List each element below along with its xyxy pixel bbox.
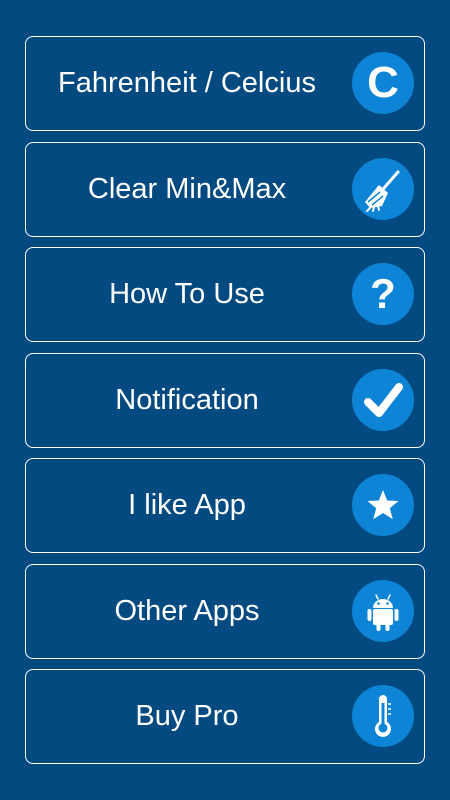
star-icon xyxy=(352,474,414,536)
svg-text:C: C xyxy=(367,58,399,107)
buy-pro-button[interactable]: Buy Pro xyxy=(25,669,425,764)
how-to-use-label: How To Use xyxy=(109,278,265,310)
how-to-use-button[interactable]: How To Use ? xyxy=(25,247,425,342)
broom-icon xyxy=(352,157,414,220)
notification-label: Notification xyxy=(115,383,259,416)
checkmark-icon xyxy=(352,368,414,431)
celsius-c-icon: C xyxy=(352,52,414,114)
question-mark-icon: ? xyxy=(352,263,414,325)
i-like-app-label: I like App xyxy=(128,489,246,521)
fahrenheit-celsius-label: Fahrenheit / Celcius xyxy=(58,67,316,99)
svg-text:?: ? xyxy=(370,270,396,317)
notification-button[interactable]: Notification xyxy=(25,352,425,448)
other-apps-button[interactable]: Other Apps xyxy=(25,563,425,659)
other-apps-label: Other Apps xyxy=(114,594,260,627)
buy-pro-label: Buy Pro xyxy=(135,700,239,732)
fahrenheit-celsius-button[interactable]: Fahrenheit / Celcius C xyxy=(25,36,425,131)
clear-min-max-button[interactable]: Clear Min&Max xyxy=(25,141,425,237)
android-icon xyxy=(352,579,414,642)
clear-min-max-label: Clear Min&Max xyxy=(87,172,287,205)
settings-menu: Fahrenheit / Celcius C Clear Min&Max How… xyxy=(25,36,425,775)
thermometer-icon xyxy=(352,685,414,747)
i-like-app-button[interactable]: I like App xyxy=(25,458,425,553)
